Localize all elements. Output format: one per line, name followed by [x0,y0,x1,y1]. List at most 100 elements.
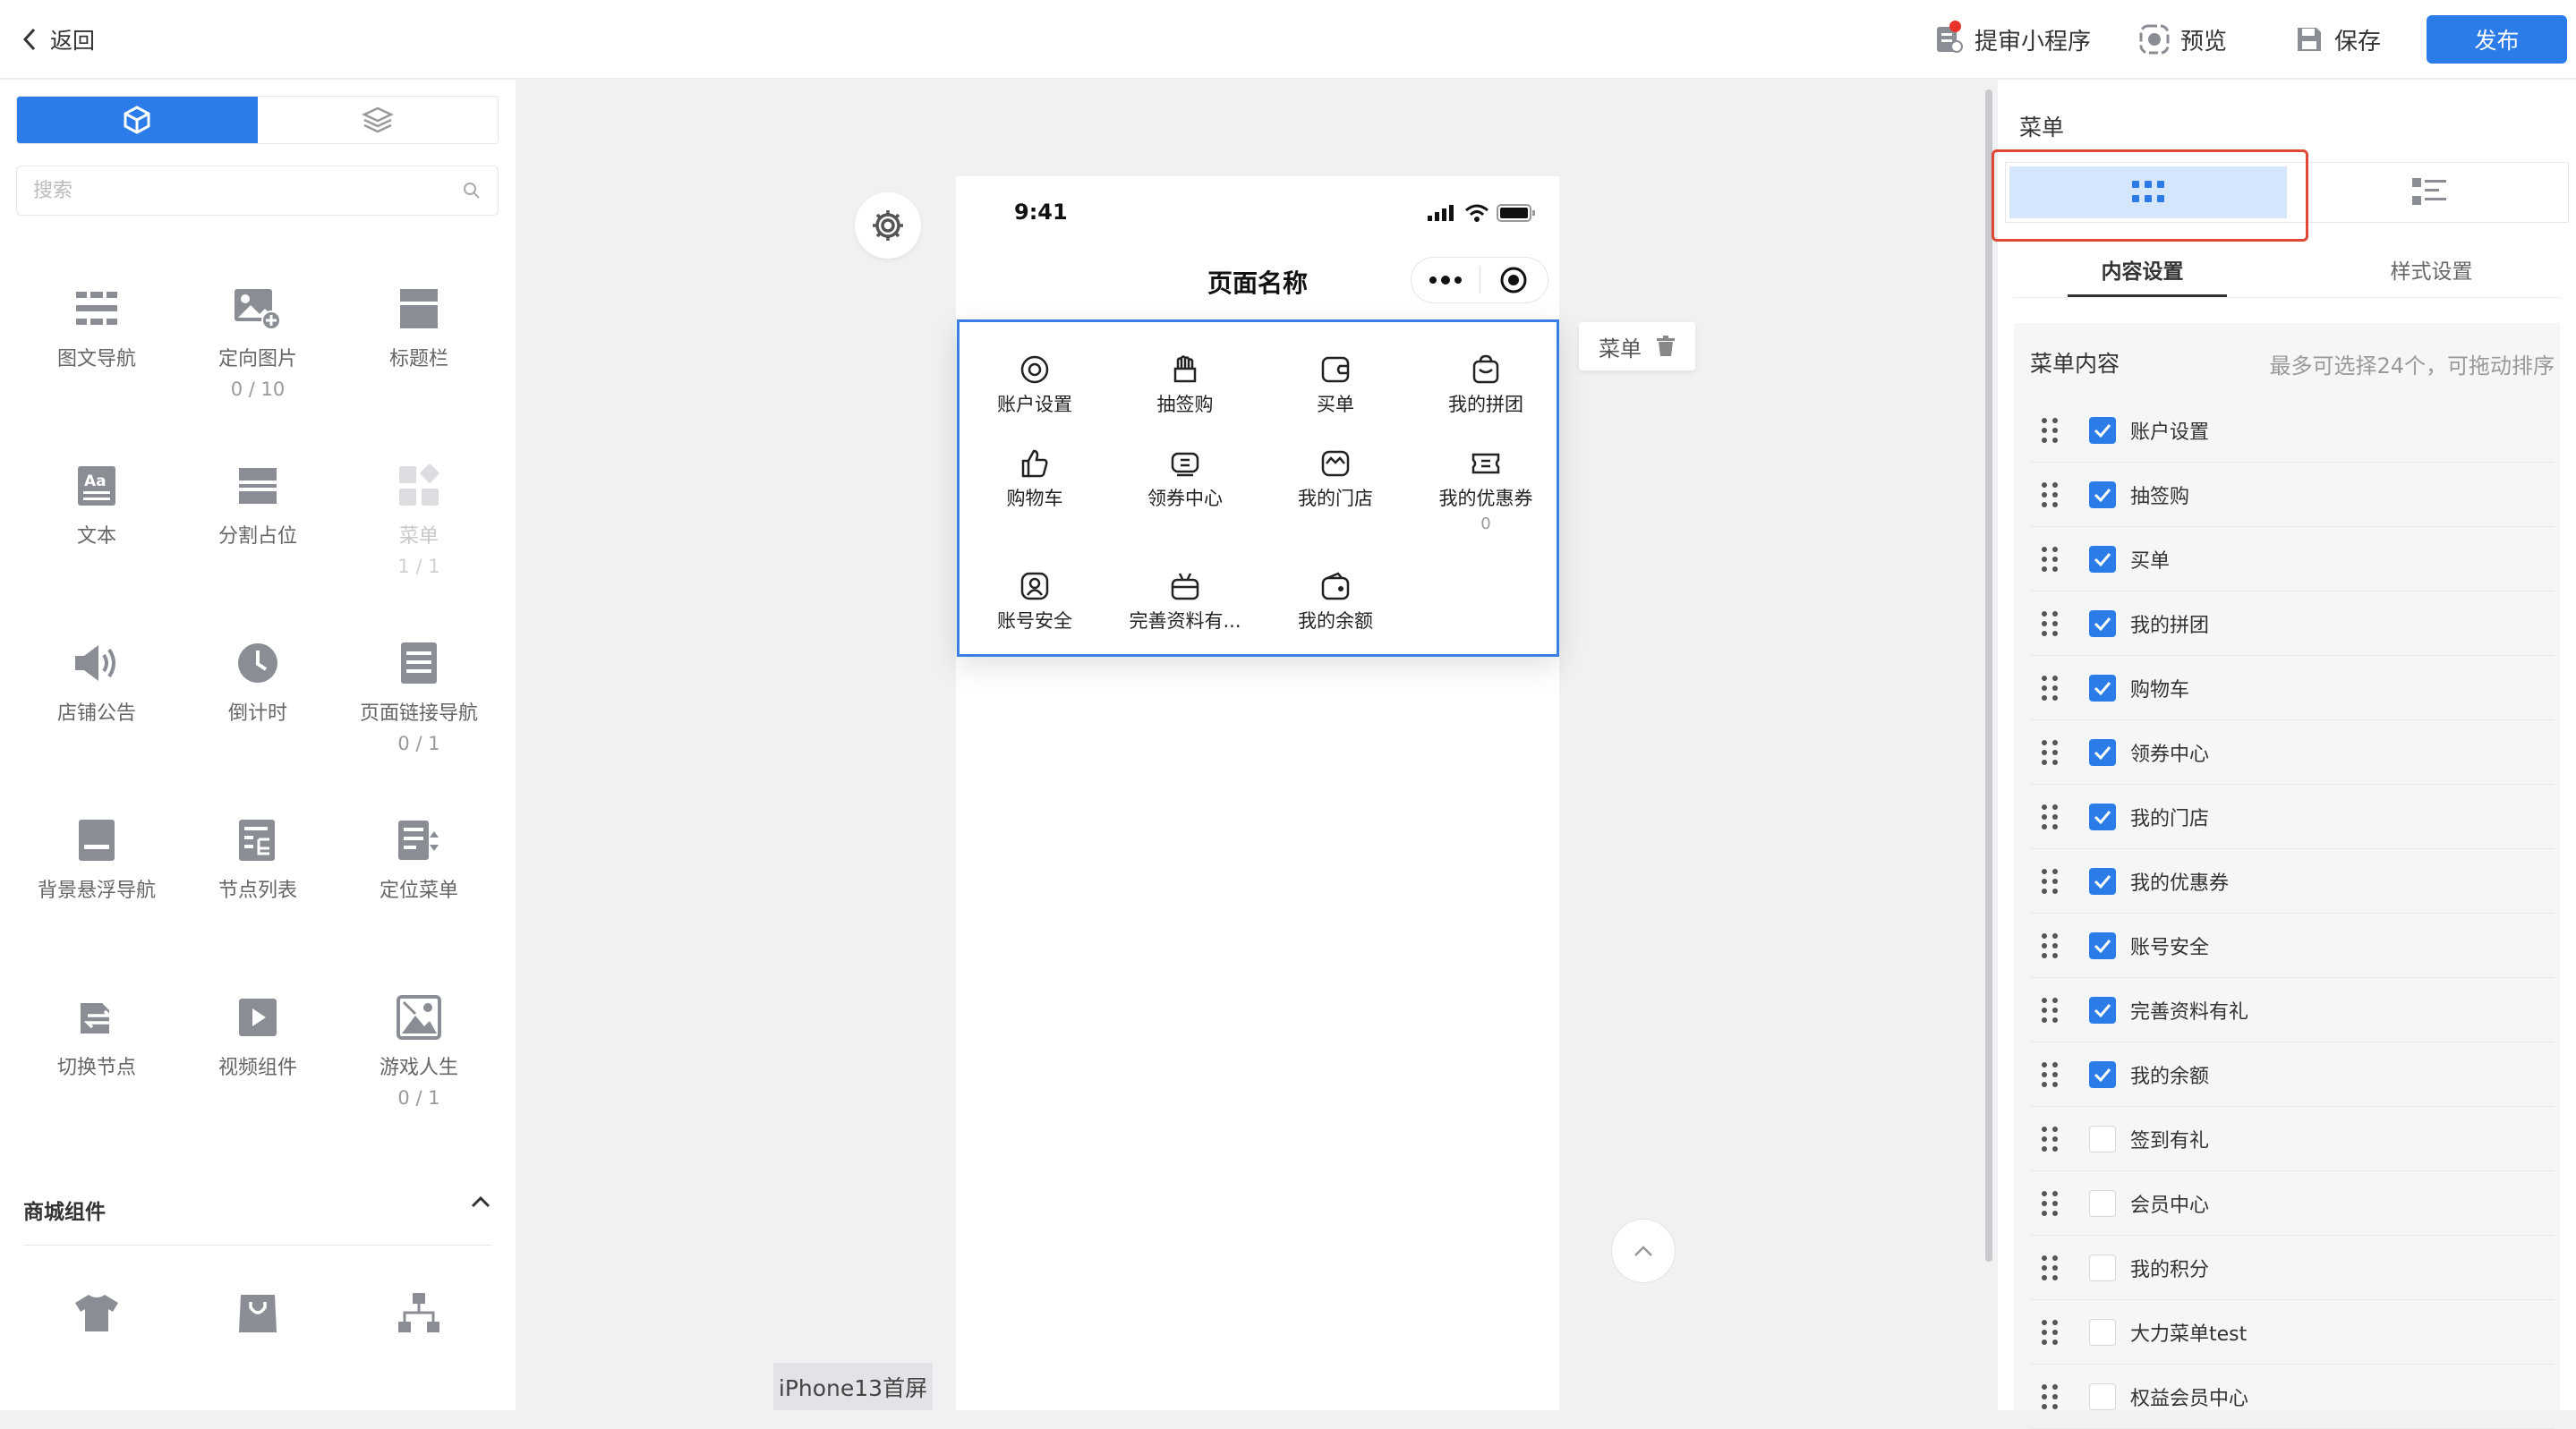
option-checkbox[interactable] [2089,416,2116,444]
option-checkbox[interactable] [2089,803,2116,830]
drag-handle-icon[interactable] [2035,868,2064,895]
drag-handle-icon[interactable] [2035,1383,2064,1410]
component-item[interactable]: 倒计时 [186,638,329,726]
option-checkbox[interactable] [2089,931,2116,959]
menu-option-row[interactable]: 领券中心 [2030,720,2555,785]
component-item[interactable]: 视频组件 [186,992,329,1080]
drag-handle-icon[interactable] [2035,1190,2064,1217]
component-item[interactable] [25,1288,168,1347]
menu-option-row[interactable]: 购物车 [2030,656,2555,720]
collapse-section-button[interactable] [469,1193,492,1211]
menu-option-row[interactable]: 权益会员中心 [2030,1365,2555,1429]
close-miniprogram-button[interactable] [1480,266,1548,294]
option-checkbox[interactable] [2089,674,2116,702]
drag-handle-icon[interactable] [2035,1255,2064,1281]
drag-handle-icon[interactable] [2035,481,2064,508]
component-item[interactable]: 定向图片 0 / 10 [186,284,329,400]
drag-handle-icon[interactable] [2035,675,2064,702]
component-item[interactable]: 节点列表 [186,815,329,903]
menu-option-row[interactable]: 我的门店 [2030,785,2555,849]
component-item[interactable]: 游戏人生 0 / 1 [347,992,490,1109]
save-button[interactable]: 保存 [2295,20,2381,59]
component-item[interactable] [186,1288,329,1347]
component-item[interactable]: 图文导航 [25,284,168,371]
option-checkbox[interactable] [2089,609,2116,637]
menu-option-row[interactable]: 我的拼团 [2030,591,2555,656]
menu-option-row[interactable]: 完善资料有礼 [2030,978,2555,1042]
cube-icon [124,106,150,134]
page-settings-button[interactable] [855,192,921,259]
option-checkbox[interactable] [2089,1060,2116,1088]
tab-components[interactable] [17,97,258,143]
tab-layers[interactable] [258,97,499,143]
menu-item[interactable]: 我的拼团 [1411,354,1561,417]
menu-item[interactable]: 购物车 [960,448,1110,511]
drag-handle-icon[interactable] [2035,997,2064,1024]
component-item[interactable]: 定位菜单 [347,815,490,903]
drag-handle-icon[interactable] [2035,1126,2064,1153]
drag-handle-icon[interactable] [2035,417,2064,444]
component-item[interactable]: 标题栏 [347,284,490,371]
menu-option-row[interactable]: 我的积分 [2030,1236,2555,1300]
chevron-up-icon [1634,1246,1652,1256]
drag-handle-icon[interactable] [2035,739,2064,766]
more-button[interactable] [1412,275,1480,285]
menu-option-row[interactable]: 大力菜单test [2030,1300,2555,1365]
drag-handle-icon[interactable] [2035,546,2064,573]
menu-component-preview[interactable]: 账户设置 抽签购 买单 我的拼团 购物车 领券中心 我的门店 我的优惠券 0 账… [957,319,1559,657]
drag-handle-icon[interactable] [2035,804,2064,830]
component-item[interactable]: 页面链接导航 0 / 1 [347,638,490,754]
search-input[interactable] [33,179,427,202]
tab-style-settings[interactable]: 样式设置 [2287,241,2576,298]
menu-option-row[interactable]: 账户设置 [2030,398,2555,463]
option-checkbox[interactable] [2089,996,2116,1024]
component-item[interactable]: 背景悬浮导航 [25,815,168,903]
menu-item[interactable]: 我的门店 [1260,448,1411,511]
menu-option-row[interactable]: 会员中心 [2030,1171,2555,1236]
option-checkbox[interactable] [2089,1254,2116,1281]
drag-handle-icon[interactable] [2035,1319,2064,1346]
component-item[interactable]: Aa 文本 [25,461,168,549]
submit-miniprogram-button[interactable]: 提审小程序 [1933,20,2091,59]
menu-option-row[interactable]: 抽签购 [2030,463,2555,527]
menu-item[interactable]: 账号安全 [960,571,1110,634]
option-checkbox[interactable] [2089,481,2116,508]
scroll-top-button[interactable] [1611,1219,1676,1283]
menu-option-row[interactable]: 买单 [2030,527,2555,591]
menu-item[interactable]: 账户设置 [960,354,1110,417]
menu-option-row[interactable]: 我的优惠券 [2030,849,2555,914]
canvas-scrollbar[interactable] [1985,89,1992,1262]
menu-item[interactable]: 抽签购 [1110,354,1260,417]
tab-content-settings[interactable]: 内容设置 [1998,241,2287,298]
component-item[interactable]: 分割占位 [186,461,329,549]
publish-button[interactable]: 发布 [2427,15,2567,64]
option-checkbox[interactable] [2089,738,2116,766]
drag-handle-icon[interactable] [2035,932,2064,959]
option-checkbox[interactable] [2089,1125,2116,1153]
menu-option-row[interactable]: 我的余额 [2030,1042,2555,1107]
style-list-option[interactable] [2290,163,2568,222]
preview-button[interactable]: 预览 [2139,20,2227,59]
option-label: 大力菜单test [2130,1323,2248,1346]
option-checkbox[interactable] [2089,867,2116,895]
trash-icon[interactable] [1656,336,1676,357]
option-checkbox[interactable] [2089,1189,2116,1217]
component-item[interactable]: 切换节点 [25,992,168,1080]
search-icon[interactable] [462,181,482,200]
component-item[interactable]: 店铺公告 [25,638,168,726]
option-checkbox[interactable] [2089,1318,2116,1346]
menu-item[interactable]: 完善资料有... [1110,571,1260,634]
menu-item[interactable]: 领券中心 [1110,448,1260,511]
component-item[interactable] [347,1288,490,1347]
menu-option-row[interactable]: 账号安全 [2030,914,2555,978]
drag-handle-icon[interactable] [2035,610,2064,637]
back-button[interactable]: 返回 [21,23,95,55]
menu-option-row[interactable]: 签到有礼 [2030,1107,2555,1171]
menu-item[interactable]: 买单 [1260,354,1411,417]
drag-handle-icon[interactable] [2035,1061,2064,1088]
menu-item[interactable]: 我的优惠券 0 [1411,448,1561,533]
option-checkbox[interactable] [2089,1382,2116,1410]
hierarchy-icon [394,1288,444,1338]
option-checkbox[interactable] [2089,545,2116,573]
menu-item[interactable]: 我的余额 [1260,571,1411,634]
